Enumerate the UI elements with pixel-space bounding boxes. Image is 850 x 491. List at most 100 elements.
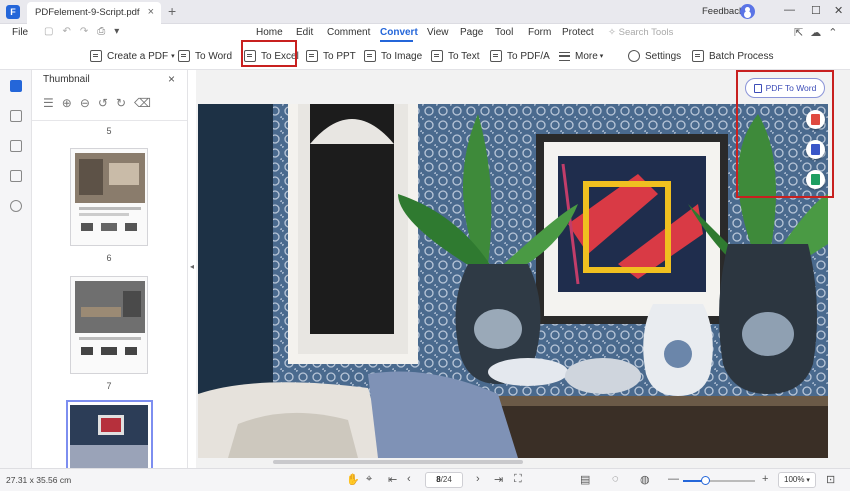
tab-close-icon[interactable]: ×: [148, 6, 154, 18]
user-avatar-icon[interactable]: [740, 4, 755, 19]
zoom-slider-handle[interactable]: [700, 476, 710, 485]
redo-icon[interactable]: ↷: [80, 26, 97, 37]
settings-button[interactable]: Settings: [628, 47, 681, 65]
menu-page[interactable]: Page: [460, 27, 483, 38]
chevron-down-icon: ▾: [599, 53, 604, 60]
hand-tool-icon[interactable]: ✋: [346, 473, 360, 486]
expand-icon[interactable]: ⌃: [828, 27, 844, 39]
thumbnail-page-current[interactable]: [70, 405, 148, 468]
menu-convert[interactable]: Convert: [380, 27, 418, 38]
zoom-out-icon[interactable]: ⊖: [80, 96, 98, 110]
menu-protect[interactable]: Protect: [562, 27, 594, 38]
more-icon: [559, 51, 570, 61]
thumbnail-page-preview: [75, 281, 145, 355]
view-mode-icon[interactable]: ▤: [580, 473, 590, 486]
fit-width-icon[interactable]: ⊡: [826, 473, 835, 486]
pdfa-icon: [490, 50, 502, 62]
to-ppt-button[interactable]: To PPT: [306, 47, 356, 65]
batch-icon: [692, 50, 704, 62]
thumbnail-page-preview: [70, 405, 148, 468]
to-image-label: To Image: [381, 50, 423, 62]
customize-icon[interactable]: ▾: [114, 26, 128, 37]
create-pdf-button[interactable]: Create a PDF ▾: [90, 47, 175, 65]
to-text-button[interactable]: To Text: [431, 47, 480, 65]
feedback-link[interactable]: Feedback: [702, 6, 744, 17]
interior-photo: [198, 104, 828, 458]
list-icon[interactable]: ☰: [43, 96, 62, 110]
delete-icon[interactable]: ⌫: [134, 96, 159, 110]
close-panel-icon[interactable]: ×: [168, 72, 175, 86]
print-icon[interactable]: ⎙: [97, 26, 114, 37]
menu-edit[interactable]: Edit: [296, 27, 313, 38]
zoom-in-button[interactable]: +: [762, 473, 768, 485]
document-tab-title: PDFelement-9-Script.pdf: [35, 7, 140, 18]
left-rail: [0, 70, 32, 468]
previous-page-icon[interactable]: ‹: [407, 473, 411, 485]
share-icon[interactable]: ⇱: [794, 27, 810, 39]
chevron-down-icon: ▾: [804, 477, 810, 484]
menu-tool[interactable]: Tool: [495, 27, 513, 38]
chevron-down-icon: ▾: [171, 53, 175, 60]
menu-view[interactable]: View: [427, 27, 449, 38]
document-tab[interactable]: PDFelement-9-Script.pdf ×: [27, 2, 161, 24]
first-page-icon[interactable]: ⇤: [388, 473, 397, 486]
new-tab-button[interactable]: +: [168, 3, 176, 19]
more-button[interactable]: More ▾: [559, 47, 603, 65]
batch-process-button[interactable]: Batch Process: [692, 47, 773, 65]
settings-label: Settings: [645, 50, 682, 62]
page-number-input[interactable]: 8/24: [425, 472, 463, 488]
bookmark-icon[interactable]: [10, 110, 22, 122]
quick-access-icons[interactable]: ▢↶↷⎙▾: [44, 26, 128, 37]
cloud-icon[interactable]: ☁: [810, 27, 828, 39]
right-menu-icons[interactable]: ⇱☁⌃: [794, 26, 844, 39]
thumbnail-tools[interactable]: ☰⊕⊖↺↻⌫: [43, 96, 159, 110]
minimize-button[interactable]: —: [784, 4, 795, 16]
last-page-icon[interactable]: ⇥: [494, 473, 503, 486]
zoom-in-icon[interactable]: ⊕: [62, 96, 80, 110]
page-photo: [198, 104, 828, 458]
thumbnail-panel-icon[interactable]: [10, 80, 22, 92]
close-window-button[interactable]: ✕: [834, 4, 843, 17]
next-page-icon[interactable]: ›: [476, 473, 480, 485]
thumbnail-page-number: 6: [106, 253, 112, 263]
menu-file[interactable]: File: [12, 27, 28, 38]
batch-label: Batch Process: [709, 50, 774, 62]
thumbnail-page[interactable]: [70, 276, 148, 374]
thumbnail-page-preview: [75, 153, 145, 231]
collapse-panel-icon[interactable]: ◂: [190, 262, 194, 271]
rotate-right-icon[interactable]: ↻: [116, 96, 134, 110]
menu-home[interactable]: Home: [256, 27, 283, 38]
panel-title: Thumbnail: [43, 74, 90, 85]
zoom-level-select[interactable]: 100% ▾: [778, 472, 816, 488]
select-tool-icon[interactable]: ⌖: [366, 473, 372, 486]
image-icon: [364, 50, 376, 62]
undo-icon[interactable]: ↶: [62, 26, 79, 37]
to-word-label: To Word: [195, 50, 233, 62]
to-image-button[interactable]: To Image: [364, 47, 422, 65]
read-aloud-icon[interactable]: ◍: [640, 473, 650, 486]
thumbnail-page[interactable]: [70, 148, 148, 246]
search-tools[interactable]: ✧ Search Tools: [608, 27, 673, 38]
horizontal-scrollbar[interactable]: [273, 460, 523, 464]
read-mode-icon[interactable]: ◌: [612, 473, 619, 485]
fit-page-icon[interactable]: ⛶: [514, 473, 522, 486]
attachment-icon[interactable]: [10, 170, 22, 182]
maximize-button[interactable]: ☐: [811, 4, 821, 17]
to-pdfa-button[interactable]: To PDF/A: [490, 47, 550, 65]
search-tools-label: Search Tools: [618, 27, 674, 38]
total-pages: /24: [440, 475, 452, 484]
create-pdf-icon: [90, 50, 102, 62]
search-icon[interactable]: [10, 200, 22, 212]
to-pdfa-label: To PDF/A: [507, 50, 550, 62]
comment-icon[interactable]: [10, 140, 22, 152]
to-excel-highlight: [241, 40, 297, 67]
page-dimensions: 27.31 x 35.56 cm: [6, 475, 72, 485]
menu-form[interactable]: Form: [528, 27, 551, 38]
to-word-button[interactable]: To Word: [178, 47, 232, 65]
to-ppt-label: To PPT: [323, 50, 356, 62]
zoom-out-button[interactable]: —: [668, 473, 679, 485]
rotate-left-icon[interactable]: ↺: [98, 96, 116, 110]
menu-comment[interactable]: Comment: [327, 27, 370, 38]
thumbnail-page-number: 7: [106, 381, 112, 391]
save-icon[interactable]: ▢: [44, 26, 62, 37]
